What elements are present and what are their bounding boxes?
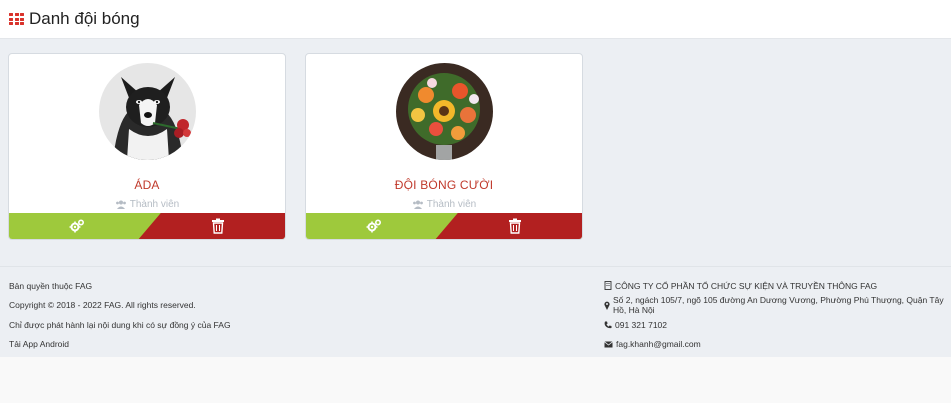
copyright-text: Copyright © 2018 - 2022 FAG. All rights …	[9, 300, 196, 311]
copyright-owner: Bản quyền thuộc FAG	[9, 280, 93, 291]
team-name[interactable]: ĐỘI BÓNG CƯỜI	[306, 178, 582, 192]
page-title: Danh đội bóng	[29, 9, 140, 28]
android-app-link[interactable]: Tải App Android	[9, 335, 231, 355]
team-role: Thành viên	[306, 199, 582, 210]
team-list: ÁDA Thành viên ĐỘI BÓNG CƯỜI Thành viên	[0, 39, 951, 266]
card-actions	[306, 213, 582, 239]
team-avatar[interactable]	[99, 63, 196, 160]
team-card: ĐỘI BÓNG CƯỜI Thành viên	[305, 53, 583, 240]
trash-icon[interactable]	[211, 218, 225, 234]
footer-contact: CÔNG TY CỔ PHẦN TỔ CHỨC SỰ KIỆN VÀ TRUYỀ…	[604, 276, 951, 354]
team-name[interactable]: ÁDA	[9, 178, 285, 192]
company-phone: 091 321 7102	[615, 319, 667, 330]
company-address: Số 2, ngách 105/7, ngõ 105 đường An Dươn…	[613, 295, 944, 316]
company-email[interactable]: fag.khanh@gmail.com	[616, 339, 701, 349]
footer: Bản quyền thuộc FAG Copyright © 2018 - 2…	[0, 266, 951, 357]
page-bottom	[0, 357, 951, 403]
cogs-icon[interactable]	[69, 218, 85, 234]
trash-icon[interactable]	[508, 218, 522, 234]
team-role-label: Thành viên	[129, 199, 180, 210]
card-actions	[9, 213, 285, 239]
building-icon	[604, 281, 612, 291]
users-icon	[412, 200, 423, 209]
page-header: Danh đội bóng	[0, 0, 951, 39]
users-icon	[115, 200, 126, 209]
map-marker-icon	[604, 301, 610, 310]
team-role-label: Thành viên	[426, 199, 477, 210]
phone-icon	[604, 321, 612, 328]
republish-notice: Chỉ được phát hành lại nội dung khi có s…	[9, 319, 231, 330]
company-name: CÔNG TY CỔ PHẦN TỔ CHỨC SỰ KIỆN VÀ TRUYỀ…	[615, 280, 878, 291]
team-card: ÁDA Thành viên	[8, 53, 286, 240]
cogs-icon[interactable]	[366, 218, 382, 234]
envelope-icon	[604, 341, 613, 348]
team-role: Thành viên	[9, 199, 285, 210]
grid-icon	[9, 13, 24, 25]
footer-left: Bản quyền thuộc FAG Copyright © 2018 - 2…	[9, 276, 231, 354]
team-avatar[interactable]	[396, 63, 493, 160]
